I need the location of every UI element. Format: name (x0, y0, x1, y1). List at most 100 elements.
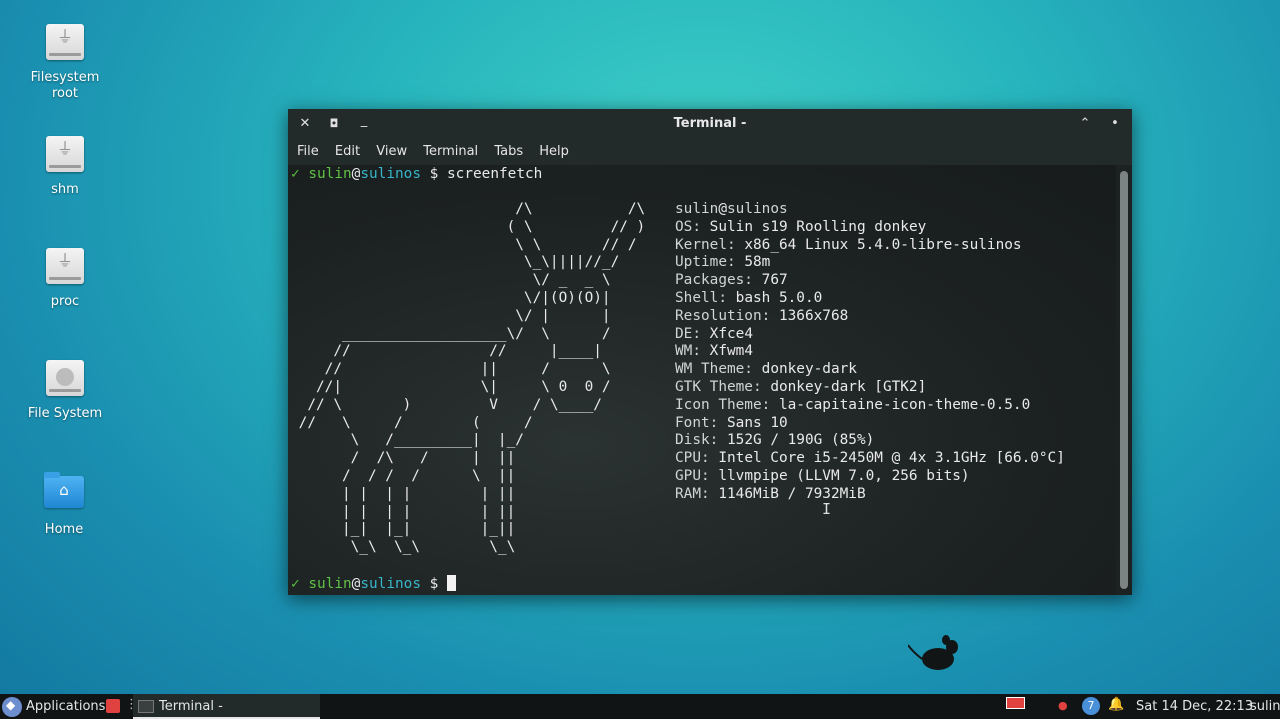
menu-edit[interactable]: Edit (335, 139, 360, 159)
info-key: GPU: (675, 467, 710, 484)
prompt-check: ✓ (291, 576, 300, 592)
info-row: GPU: llvmpipe (LLVM 7.0, 256 bits) (675, 468, 1065, 486)
info-row: Shell: bash 5.0.0 (675, 290, 1065, 308)
info-value: x86_64 Linux 5.4.0-libre-sulinos (744, 236, 1022, 253)
usb-drive-icon: ⏚ (45, 24, 85, 64)
info-value: 58m (744, 254, 771, 271)
prompt-symbol: $ (429, 576, 439, 592)
distro-logo-icon (2, 696, 22, 717)
info-key: Kernel: (675, 236, 736, 253)
bell-icon[interactable]: 🔔 (1108, 697, 1124, 712)
desktop-icon-label: shm (51, 182, 79, 197)
menu-bar: File Edit View Terminal Tabs Help (288, 139, 1132, 165)
prompt-line-current: ✓ sulin@sulinos $ (291, 575, 457, 594)
taskbar-item-label: Terminal - (159, 699, 223, 714)
info-row: Icon Theme: la-capitaine-icon-theme-0.5.… (675, 397, 1065, 415)
menu-help[interactable]: Help (539, 139, 569, 159)
clock[interactable]: Sat 14 Dec, 22:13 (1136, 699, 1253, 714)
prompt-user: sulin (308, 166, 352, 182)
info-key: Uptime: (675, 254, 736, 271)
info-key: Resolution: (675, 307, 771, 324)
terminal-window[interactable]: ✕ ◘ _ Terminal - ⌃ • File Edit View Term… (288, 109, 1132, 670)
info-value: bash 5.0.0 (735, 289, 823, 306)
info-value: Xfce4 (709, 325, 753, 342)
prompt-check: ✓ (291, 166, 300, 182)
ibeam-cursor-icon: I (822, 500, 832, 518)
shade-button[interactable]: ⌃ (1075, 114, 1095, 134)
info-row: Resolution: 1366x768 (675, 308, 1065, 326)
desktop-icon-file-system[interactable]: File System (10, 358, 120, 422)
info-value: Xfwm4 (709, 343, 753, 360)
info-key: GTK Theme: (675, 378, 762, 395)
info-value: llvmpipe (LLVM 7.0, 256 bits) (718, 467, 970, 484)
usb-drive-icon: ⏚ (45, 248, 85, 288)
info-row: WM: Xfwm4 (675, 343, 1065, 361)
info-value: donkey-dark [GTK2] (770, 378, 927, 395)
info-key: WM Theme: (675, 361, 753, 378)
info-key: Icon Theme: (675, 396, 771, 413)
info-row: DE: Xfce4 (675, 326, 1065, 344)
desktop-icon-shm[interactable]: ⏚ shm (10, 134, 120, 198)
info-user: sulin (675, 201, 719, 217)
update-alert-icon[interactable]: ● (1058, 699, 1072, 713)
info-key: CPU: (675, 450, 710, 467)
hard-disk-icon (45, 360, 85, 400)
launcher-icon[interactable] (106, 699, 120, 713)
info-key: WM: (675, 343, 701, 360)
info-header: sulin@sulinos (675, 201, 1065, 219)
info-row: RAM: 1146MiB / 7932MiB (675, 486, 1065, 504)
command-text: screenfetch (447, 166, 543, 182)
info-key: OS: (675, 218, 701, 235)
info-row: CPU: Intel Core i5-2450M @ 4x 3.1GHz [66… (675, 450, 1065, 468)
desktop-icon-filesystem-root[interactable]: ⏚ Filesystem root (10, 22, 120, 102)
scrollbar-thumb[interactable] (1120, 171, 1128, 589)
menu-view[interactable]: View (376, 139, 407, 159)
bottom-panel: Applications ⋮ Terminal - ● 7 🔔 Sat 14 D… (0, 694, 1280, 719)
tray-app-icon[interactable] (1006, 697, 1025, 709)
info-value: 152G / 190G (85%) (727, 432, 875, 449)
notification-badge[interactable]: 7 (1082, 697, 1100, 715)
text-cursor (447, 575, 457, 591)
scrollbar[interactable] (1116, 165, 1132, 595)
menu-terminal[interactable]: Terminal (423, 139, 478, 159)
info-value: Sulin s19 Roolling donkey (709, 218, 927, 235)
desktop-icon-proc[interactable]: ⏚ proc (10, 246, 120, 310)
info-host: sulinos (727, 201, 788, 217)
info-key: Font: (675, 414, 719, 431)
desktop-icon-label: Filesystem root (30, 70, 100, 101)
info-row: WM Theme: donkey-dark (675, 361, 1065, 379)
info-value: Sans 10 (727, 414, 788, 431)
info-row: Packages: 767 (675, 272, 1065, 290)
info-row: Disk: 152G / 190G (85%) (675, 432, 1065, 450)
window-title: Terminal - (673, 116, 747, 131)
applications-label: Applications (26, 699, 106, 714)
applications-menu-button[interactable]: Applications (2, 696, 105, 717)
user-menu[interactable]: sulin (1250, 699, 1280, 714)
terminal-output[interactable]: ✓ sulin@sulinos $ screenfetch /\ /\ ( \ … (288, 165, 1116, 670)
prompt-host: sulinos (360, 576, 421, 592)
info-key: Disk: (675, 432, 719, 449)
title-bar[interactable]: ✕ ◘ _ Terminal - ⌃ • (288, 109, 1132, 139)
info-key: Shell: (675, 289, 727, 306)
donkey-ascii-art: /\ /\ ( \ // ) \ \ // / \_\||||//_/ \/ _… (298, 201, 646, 556)
usb-drive-icon: ⏚ (45, 136, 85, 176)
info-row: Uptime: 58m (675, 254, 1065, 272)
desktop-icon-home[interactable]: ⌂ Home (9, 470, 119, 538)
mouse-silhouette-icon (908, 635, 958, 670)
info-row: OS: Sulin s19 Roolling donkey (675, 219, 1065, 237)
info-key: Packages: (675, 272, 753, 289)
desktop-icon-label: Home (44, 522, 84, 537)
menu-tabs[interactable]: Tabs (494, 139, 523, 159)
info-value: Intel Core i5-2450M @ 4x 3.1GHz [66.0°C] (718, 450, 1065, 467)
menu-file[interactable]: File (297, 139, 319, 159)
info-row: GTK Theme: donkey-dark [GTK2] (675, 379, 1065, 397)
info-value: donkey-dark (761, 361, 857, 378)
desktop-icon-label: proc (50, 294, 80, 309)
info-at: @ (718, 201, 727, 217)
info-key: RAM: (675, 485, 710, 502)
prompt-host: sulinos (360, 166, 421, 182)
info-value: 1366x768 (778, 307, 849, 324)
window-menu-button[interactable]: • (1105, 114, 1125, 134)
taskbar-item-terminal[interactable]: Terminal - (133, 694, 320, 719)
prompt-user: sulin (308, 576, 352, 592)
